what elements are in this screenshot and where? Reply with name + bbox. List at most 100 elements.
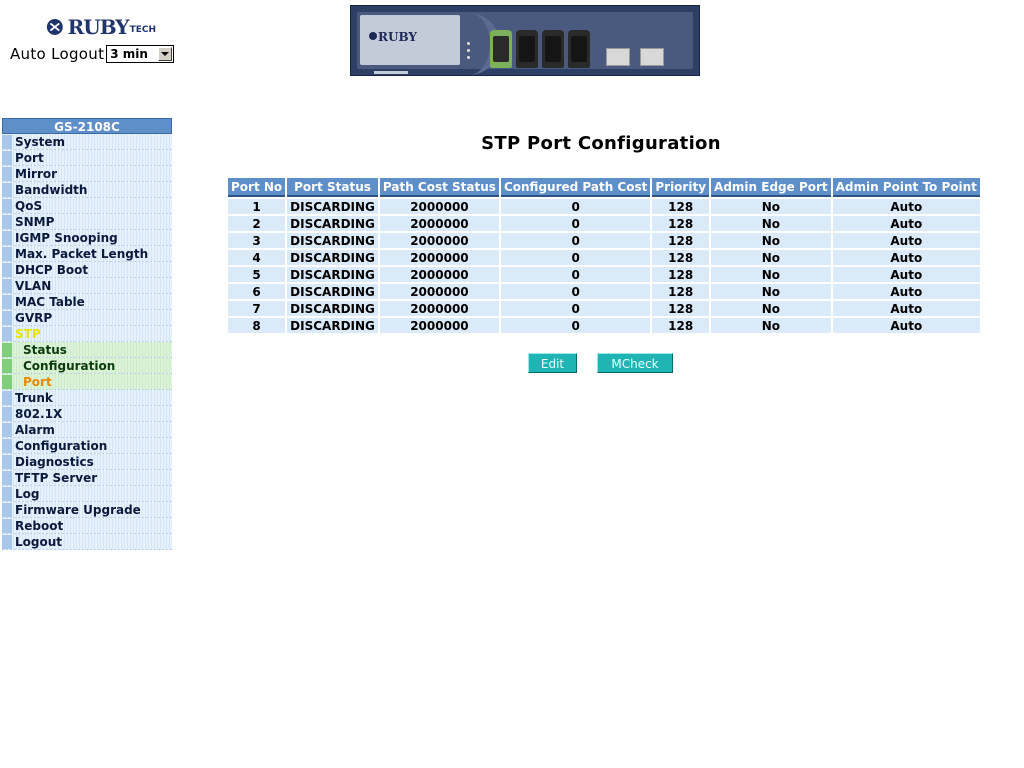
sidebar-item-stp[interactable]: STP bbox=[2, 326, 172, 342]
column-header: Path Cost Status bbox=[379, 178, 499, 197]
sidebar-item-port[interactable]: Port bbox=[2, 374, 172, 390]
sidebar-item-label: Configuration bbox=[15, 439, 108, 453]
table-cell: 128 bbox=[652, 301, 710, 316]
sidebar-item-label: MAC Table bbox=[15, 295, 85, 309]
led-icon bbox=[467, 42, 470, 45]
table-cell: No bbox=[711, 284, 831, 299]
sidebar-item-vlan[interactable]: VLAN bbox=[2, 278, 172, 294]
sidebar-item-mac-table[interactable]: MAC Table bbox=[2, 294, 172, 310]
auto-logout: Auto Logout 3 min bbox=[10, 45, 175, 63]
menu-bullet-icon bbox=[2, 279, 12, 293]
edit-button[interactable]: Edit bbox=[528, 353, 577, 373]
sidebar-item-firmware-upgrade[interactable]: Firmware Upgrade bbox=[2, 502, 172, 518]
ruby-logo-icon bbox=[46, 19, 63, 35]
sidebar-item-dhcp-boot[interactable]: DHCP Boot bbox=[2, 262, 172, 278]
sfp-port-1-icon bbox=[606, 48, 630, 66]
sidebar-item-qos[interactable]: QoS bbox=[2, 198, 172, 214]
table-row: 2 DISCARDING 2000000 0 128 No Auto bbox=[228, 216, 980, 231]
column-header: Admin Point To Point bbox=[832, 178, 980, 197]
ruby-tech-logo: RUBY TECH bbox=[46, 14, 156, 40]
sidebar-item-mirror[interactable]: Mirror bbox=[2, 166, 172, 182]
table-row: 8 DISCARDING 2000000 0 128 No Auto bbox=[228, 318, 980, 333]
table-cell: 5 bbox=[228, 267, 286, 282]
table-cell: 0 bbox=[500, 199, 651, 214]
sidebar-item-label: Reboot bbox=[15, 519, 64, 533]
column-header: Configured Path Cost bbox=[500, 178, 651, 197]
sidebar-item-configuration[interactable]: Configuration bbox=[2, 438, 172, 454]
sidebar-item-log[interactable]: Log bbox=[2, 486, 172, 502]
table-cell: Auto bbox=[832, 216, 980, 231]
sidebar-item-snmp[interactable]: SNMP bbox=[2, 214, 172, 230]
menu-title: GS-2108C bbox=[2, 118, 172, 134]
logo-text: RUBY bbox=[67, 15, 130, 39]
sidebar-item-label: Alarm bbox=[15, 423, 55, 437]
sidebar-item-reboot[interactable]: Reboot bbox=[2, 518, 172, 534]
sidebar-item-label: Status bbox=[23, 343, 67, 357]
sidebar-item-label: Bandwidth bbox=[15, 183, 88, 197]
table-cell: Auto bbox=[832, 250, 980, 265]
menu-bullet-icon bbox=[2, 439, 12, 453]
menu-bullet-icon bbox=[2, 151, 12, 165]
table-cell: 0 bbox=[500, 267, 651, 282]
table-cell: 2000000 bbox=[379, 301, 499, 316]
sidebar-item-diagnostics[interactable]: Diagnostics bbox=[2, 454, 172, 470]
sidebar-item-802-1x[interactable]: 802.1X bbox=[2, 406, 172, 422]
sidebar-item-bandwidth[interactable]: Bandwidth bbox=[2, 182, 172, 198]
menu-bullet-icon bbox=[2, 183, 12, 197]
table-cell: 0 bbox=[500, 318, 651, 333]
table-cell: DISCARDING bbox=[287, 267, 378, 282]
table-cell: No bbox=[711, 199, 831, 214]
port-1-icon bbox=[490, 30, 512, 68]
table-cell: 0 bbox=[500, 301, 651, 316]
table-cell: No bbox=[711, 301, 831, 316]
menu-bullet-icon bbox=[2, 231, 12, 245]
sidebar-item-port[interactable]: Port bbox=[2, 150, 172, 166]
column-header: Port Status bbox=[287, 178, 378, 197]
sidebar-item-max-packet-length[interactable]: Max. Packet Length bbox=[2, 246, 172, 262]
menu-bullet-icon bbox=[2, 343, 12, 357]
sfp-port-2-icon bbox=[640, 48, 664, 66]
table-cell: 2 bbox=[228, 216, 286, 231]
menu-bullet-icon bbox=[2, 471, 12, 485]
auto-logout-select[interactable]: 3 min bbox=[106, 45, 175, 63]
sidebar-item-label: QoS bbox=[15, 199, 43, 213]
sidebar-item-label: Diagnostics bbox=[15, 455, 94, 469]
table-cell: Auto bbox=[832, 267, 980, 282]
menu-bullet-icon bbox=[2, 199, 12, 213]
sidebar-item-trunk[interactable]: Trunk bbox=[2, 390, 172, 406]
column-header: Port No bbox=[228, 178, 286, 197]
sidebar-menu: GS-2108C System Port Mirror Bandwidth QoS SNM… bbox=[2, 118, 172, 550]
table-cell: 0 bbox=[500, 216, 651, 231]
sidebar-item-label: GVRP bbox=[15, 311, 53, 325]
table-cell: 0 bbox=[500, 233, 651, 248]
table-cell: Auto bbox=[832, 284, 980, 299]
sidebar-item-status[interactable]: Status bbox=[2, 342, 172, 358]
sidebar-item-tftp-server[interactable]: TFTP Server bbox=[2, 470, 172, 486]
menu-bullet-icon bbox=[2, 535, 12, 549]
table-cell: 2000000 bbox=[379, 267, 499, 282]
table-cell: 128 bbox=[652, 250, 710, 265]
table-cell: Auto bbox=[832, 318, 980, 333]
port-3-icon bbox=[542, 30, 564, 68]
sidebar-item-igmp-snooping[interactable]: IGMP Snooping bbox=[2, 230, 172, 246]
sidebar-item-configuration[interactable]: Configuration bbox=[2, 358, 172, 374]
table-cell: DISCARDING bbox=[287, 216, 378, 231]
table-cell: 8 bbox=[228, 318, 286, 333]
mcheck-button[interactable]: MCheck bbox=[597, 353, 673, 373]
table-cell: 2000000 bbox=[379, 250, 499, 265]
table-cell: Auto bbox=[832, 199, 980, 214]
menu-bullet-icon bbox=[2, 455, 12, 469]
sidebar-item-alarm[interactable]: Alarm bbox=[2, 422, 172, 438]
table-cell: 3 bbox=[228, 233, 286, 248]
sidebar-item-label: IGMP Snooping bbox=[15, 231, 118, 245]
sidebar-item-logout[interactable]: Logout bbox=[2, 534, 172, 550]
sidebar-item-label: Trunk bbox=[15, 391, 53, 405]
menu-bullet-icon bbox=[2, 327, 12, 341]
auto-logout-value: 3 min bbox=[110, 47, 148, 61]
table-cell: 2000000 bbox=[379, 199, 499, 214]
chevron-down-icon[interactable] bbox=[158, 47, 173, 61]
sidebar-item-gvrp[interactable]: GVRP bbox=[2, 310, 172, 326]
table-cell: DISCARDING bbox=[287, 233, 378, 248]
table-row: 4 DISCARDING 2000000 0 128 No Auto bbox=[228, 250, 980, 265]
sidebar-item-system[interactable]: System bbox=[2, 134, 172, 150]
